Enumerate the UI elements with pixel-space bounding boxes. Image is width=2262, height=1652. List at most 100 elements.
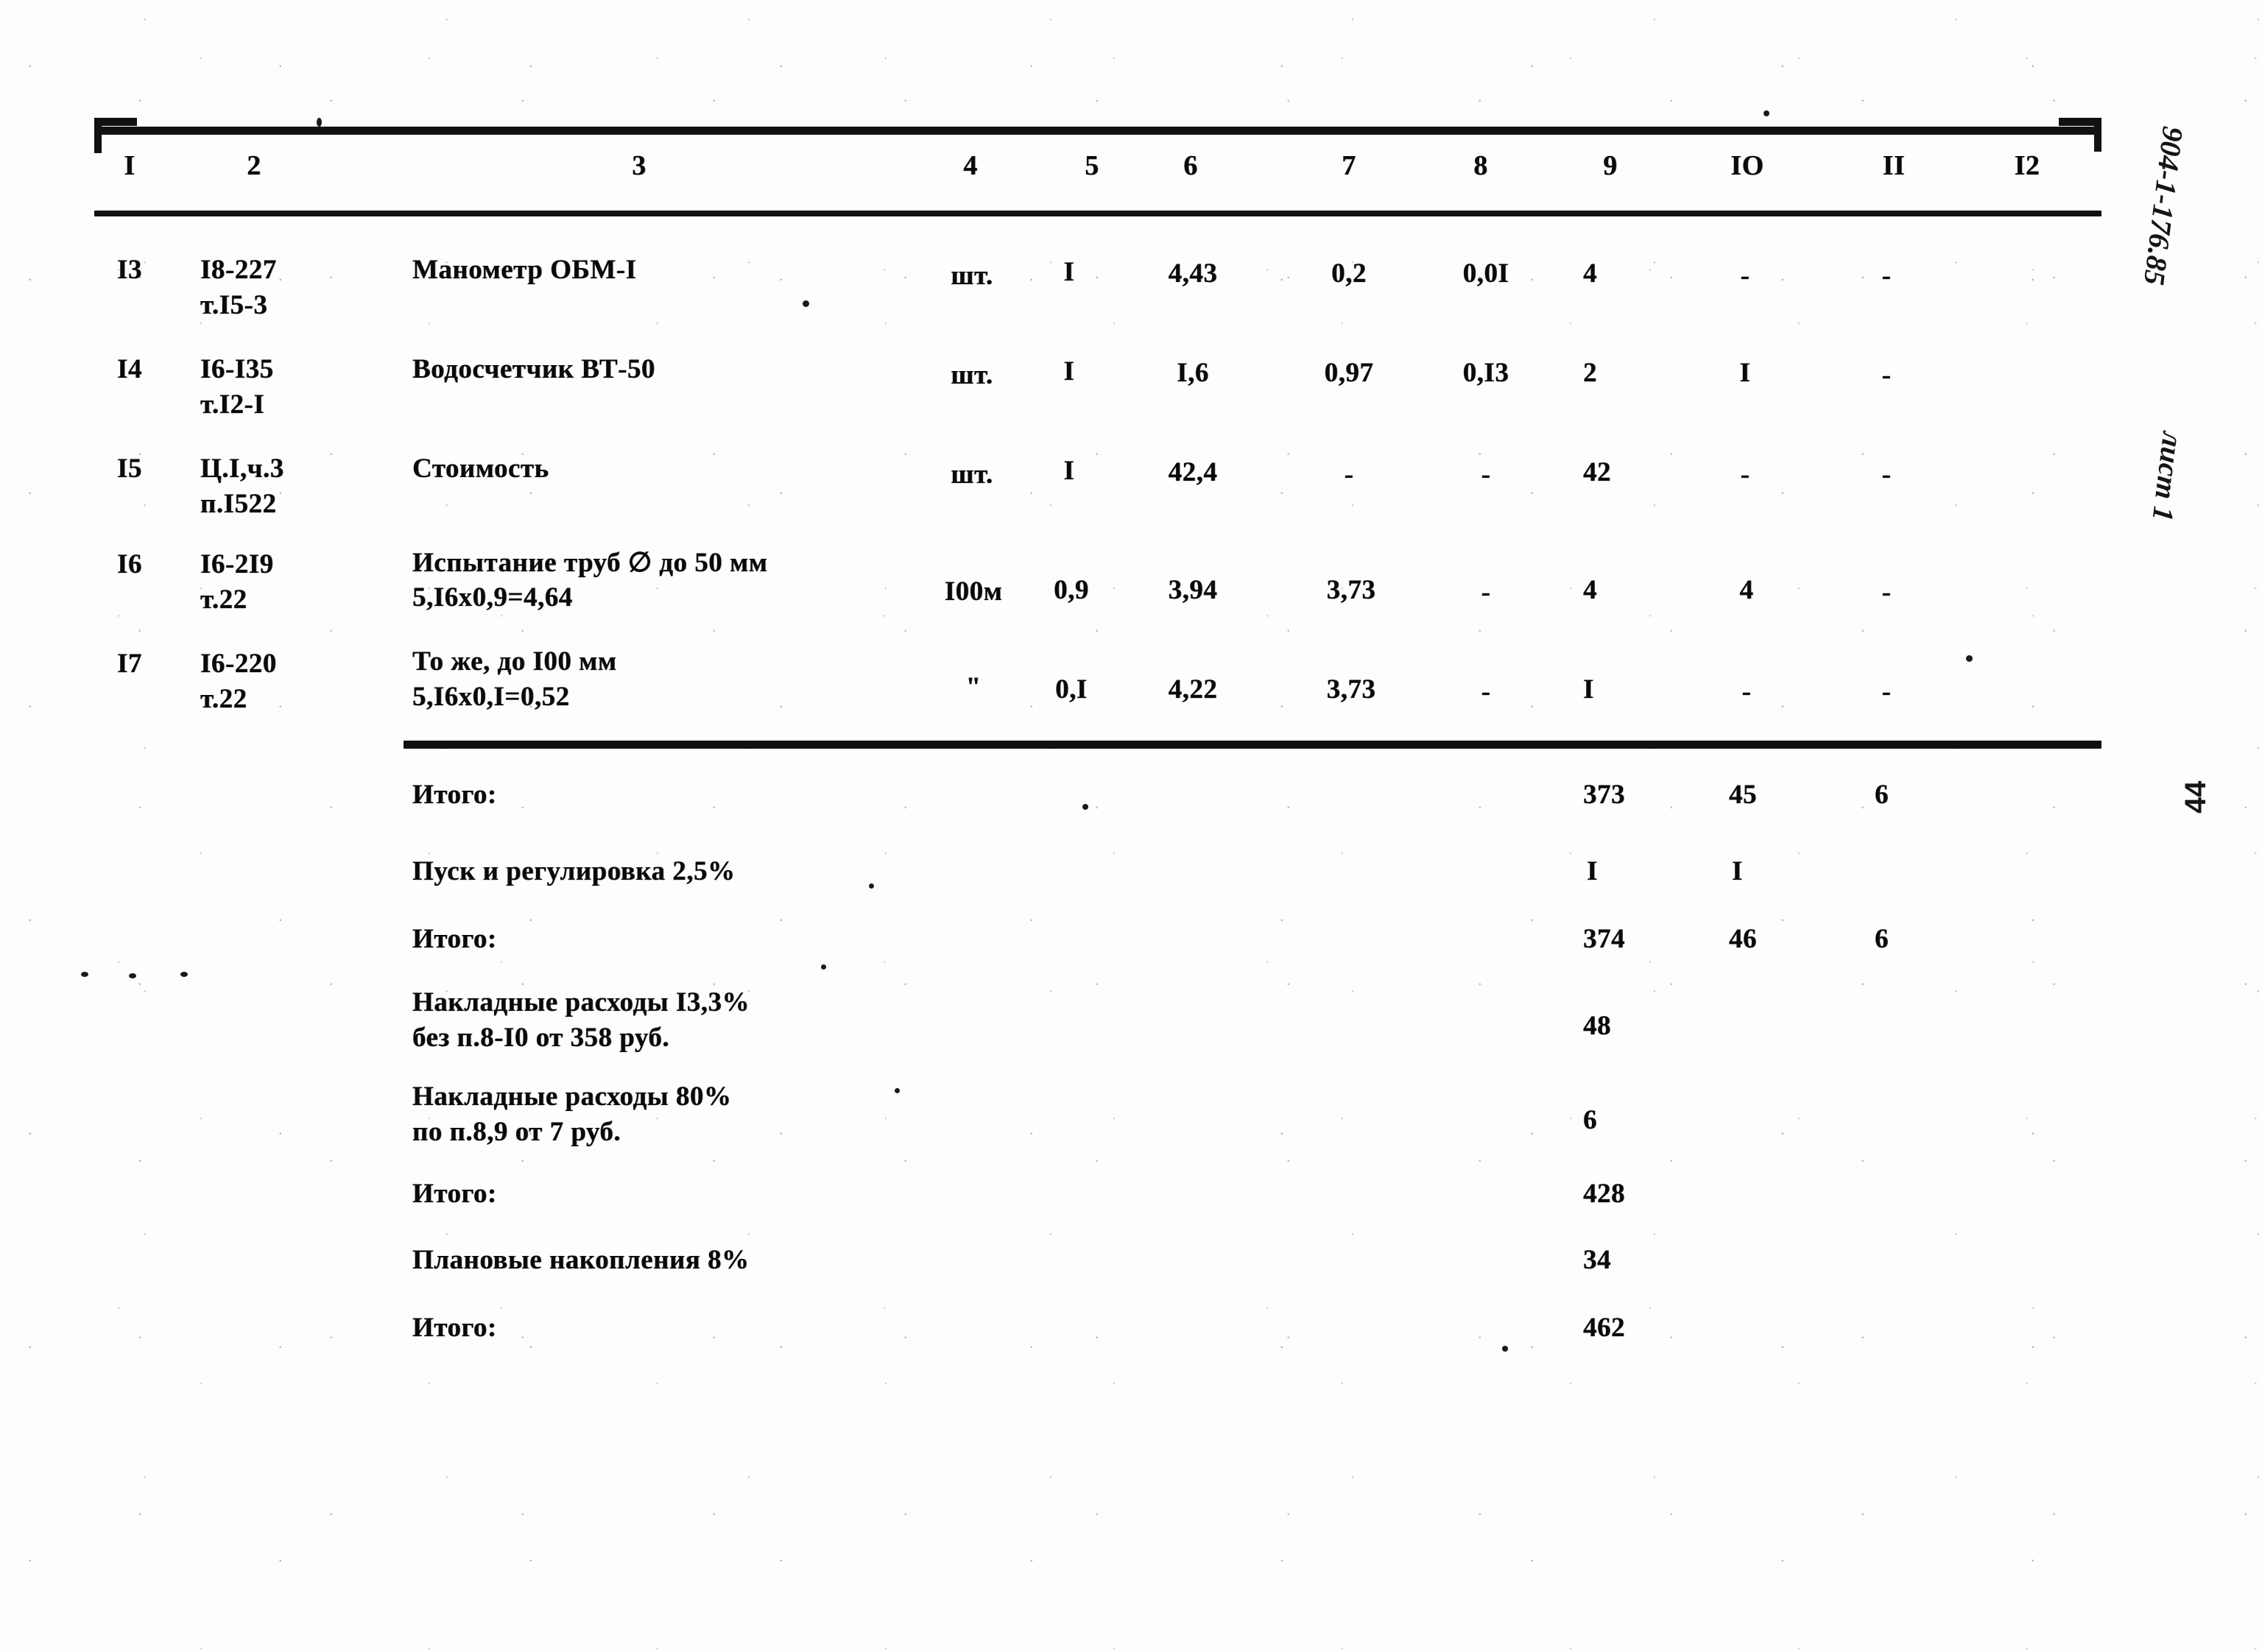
table-row: -: [1881, 577, 1892, 607]
table-row: -: [1881, 261, 1892, 291]
table-row: -: [1481, 459, 1491, 490]
summary-row-value: 45: [1729, 780, 1757, 810]
summary-row-value: 6: [1875, 780, 1889, 810]
column-header-7: 7: [1342, 150, 1356, 181]
summary-row-label: Плановые накопления 8%: [412, 1245, 750, 1275]
table-row: 0,I3: [1462, 358, 1509, 388]
table-row: -: [1481, 677, 1491, 707]
table-row: 0,I: [1055, 674, 1088, 705]
scan-grain-overlay: [0, 0, 2262, 1652]
scan-speck: [129, 973, 136, 978]
table-row: -: [1741, 677, 1752, 707]
table-row: 42,4: [1168, 457, 1218, 487]
table-row: 4: [1583, 258, 1597, 289]
summary-row-value: 48: [1583, 1011, 1611, 1041]
column-header-3: 3: [632, 150, 646, 181]
scan-speck: [869, 883, 874, 889]
table-row: шт.: [951, 261, 993, 291]
scan-speck: [895, 1088, 900, 1093]
frame-corner-right-cap: [2059, 118, 2101, 126]
table-row: т.I5-3: [200, 290, 268, 320]
scanned-page: I 2 3 4 5 6 7 8 9 IO II I2 I3 I8-227 т.I…: [0, 0, 2262, 1652]
summary-row-label: Итого:: [412, 924, 497, 954]
table-row: шт.: [951, 459, 993, 490]
column-header-4: 4: [963, 150, 978, 181]
table-row: -: [1740, 459, 1750, 490]
table-row: Стоимость: [412, 453, 549, 484]
summary-row-label: Накладные расходы I3,3%: [412, 987, 750, 1017]
table-row: -: [1344, 459, 1354, 490]
table-row: -: [1881, 459, 1892, 490]
table-row: I6-2I9: [200, 549, 274, 579]
summary-row-label: по п.8,9 от 7 руб.: [412, 1117, 621, 1147]
table-row: I3: [117, 255, 142, 285]
table-row: 4,22: [1168, 674, 1218, 705]
table-row: I4: [117, 354, 142, 384]
table-row: I: [1583, 674, 1594, 705]
table-row: I,6: [1177, 358, 1209, 388]
table-row: т.22: [200, 585, 247, 615]
column-header-5: 5: [1085, 150, 1099, 181]
table-row: т.22: [200, 684, 247, 714]
column-header-2: 2: [247, 150, 261, 181]
scan-speck: [803, 300, 809, 307]
column-header-11: II: [1882, 150, 1906, 181]
table-row: 0,0I: [1462, 258, 1509, 289]
summary-row-label: без п.8-I0 от 358 руб.: [412, 1023, 670, 1053]
scan-speck: [1502, 1346, 1508, 1352]
table-row: -: [1740, 261, 1750, 291]
table-header-rule: [94, 211, 2101, 216]
summary-row-label: Накладные расходы 80%: [412, 1081, 732, 1112]
scan-speck: [317, 118, 322, 127]
table-row: -: [1481, 577, 1491, 607]
table-row: 0,2: [1331, 258, 1367, 289]
table-row: шт.: [951, 360, 993, 390]
summary-row-label: Пуск и регулировка 2,5%: [412, 856, 736, 886]
column-header-8: 8: [1473, 150, 1488, 181]
table-row: Манометр ОБМ-I: [412, 255, 637, 285]
column-header-1: I: [124, 150, 135, 181]
summary-row-value: 373: [1583, 780, 1625, 810]
table-row: I: [1739, 358, 1751, 388]
table-row: ": [965, 672, 982, 702]
table-row: Водосчетчик ВТ-50: [412, 354, 655, 384]
table-row: п.I522: [200, 489, 277, 519]
table-row: I00м: [944, 576, 1003, 607]
summary-row-value: 46: [1729, 924, 1757, 954]
table-row: I6-220: [200, 649, 277, 679]
table-row: I: [1063, 356, 1075, 386]
summary-row-label: Итого:: [412, 780, 497, 810]
summary-row-value: 34: [1583, 1245, 1611, 1275]
table-row: 5,I6х0,I=0,52: [412, 682, 570, 712]
table-row: 4,43: [1168, 258, 1218, 289]
summary-row-value: 374: [1583, 924, 1625, 954]
column-header-9: 9: [1603, 150, 1618, 181]
summary-row-value: I: [1732, 856, 1743, 886]
table-row: Ц.I,ч.3: [200, 453, 284, 484]
table-row: Испытание труб ∅ до 50 мм: [412, 548, 768, 578]
table-summary-rule: [404, 741, 2101, 749]
summary-row-value: I: [1587, 856, 1598, 886]
table-row: 5,I6х0,9=4,64: [412, 582, 573, 613]
table-row: 3,73: [1326, 674, 1376, 705]
table-top-rule: [94, 127, 2101, 135]
column-header-12: I2: [2014, 150, 2040, 181]
summary-row-value: 6: [1875, 924, 1889, 954]
frame-corner-left-cap: [94, 118, 137, 126]
table-row: I7: [117, 649, 142, 679]
scan-speck: [821, 964, 826, 970]
table-row: 2: [1583, 358, 1597, 388]
table-row: т.I2-I: [200, 389, 265, 420]
table-row: То же, до I00 мм: [412, 646, 617, 677]
table-row: 42: [1583, 457, 1611, 487]
summary-row-value: 428: [1583, 1179, 1625, 1209]
summary-row-label: Итого:: [412, 1313, 497, 1343]
table-row: 3,94: [1168, 575, 1218, 605]
column-header-10: IO: [1730, 150, 1764, 181]
summary-row-value: 6: [1583, 1105, 1597, 1135]
scan-speck: [81, 972, 88, 977]
table-row: I5: [117, 453, 142, 484]
table-row: 4: [1739, 575, 1754, 605]
scan-speck: [1966, 655, 1973, 662]
margin-sheet-label: лист 1: [2146, 430, 2191, 523]
